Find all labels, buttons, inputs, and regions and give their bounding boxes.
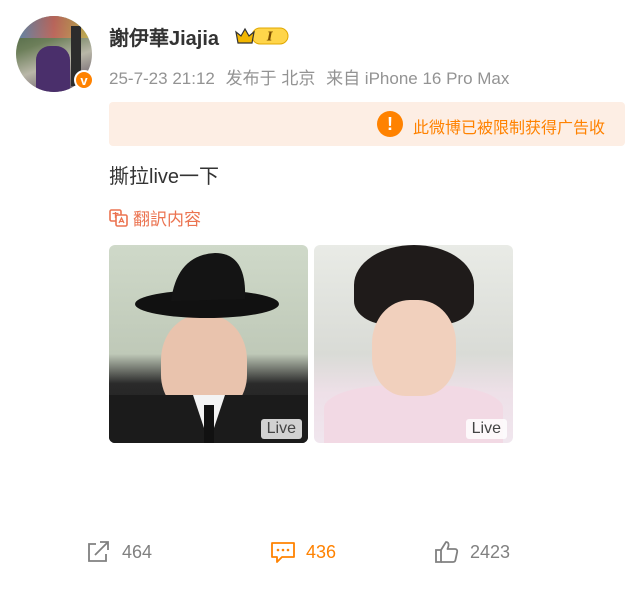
live-badge: Live — [260, 419, 302, 439]
like-count: 2423 — [470, 541, 511, 562]
notice-text: 此微博已被限制获得广告收 — [413, 120, 606, 137]
live-photo-1[interactable]: Live — [109, 245, 308, 443]
translate-icon — [109, 208, 128, 227]
comment-count: 436 — [306, 541, 337, 562]
member-crown-badge-icon[interactable]: I — [234, 25, 290, 47]
username[interactable]: 謝伊華Jiajia — [109, 22, 219, 51]
share-count: 464 — [122, 541, 153, 562]
post-timestamp[interactable]: 25-7-23 21:12 — [109, 69, 215, 88]
verified-badge-icon: v — [74, 70, 94, 90]
post-location: 发布于 北京 — [225, 69, 316, 88]
post-source: 来自 iPhone 16 Pro Max — [326, 69, 510, 88]
post-text: 撕拉live一下 — [109, 166, 220, 188]
live-badge: Live — [465, 419, 507, 439]
thumbs-up-icon — [435, 541, 459, 563]
post-actions: 464 436 2423 — [0, 536, 625, 568]
ad-restriction-notice: ! 此微博已被限制获得广告收 — [109, 102, 625, 146]
tie-shape — [204, 405, 214, 443]
share-icon — [88, 541, 109, 562]
share-button[interactable]: 464 — [86, 540, 152, 564]
hat-shape — [135, 253, 279, 318]
live-photo-2[interactable]: Live — [314, 245, 513, 443]
member-level-text: I — [266, 30, 273, 44]
translate-link[interactable]: 翻訳内容 — [109, 205, 201, 230]
translate-label: 翻訳内容 — [133, 210, 201, 229]
comment-button[interactable]: 436 — [270, 540, 336, 564]
post-meta: 25-7-23 21:12 发布于 北京 来自 iPhone 16 Pro Ma… — [109, 64, 515, 89]
portrait-face — [372, 300, 456, 396]
avatar-figure — [36, 46, 70, 92]
warning-icon: ! — [377, 111, 403, 137]
comment-icon — [271, 542, 295, 563]
like-button[interactable]: 2423 — [434, 540, 510, 564]
